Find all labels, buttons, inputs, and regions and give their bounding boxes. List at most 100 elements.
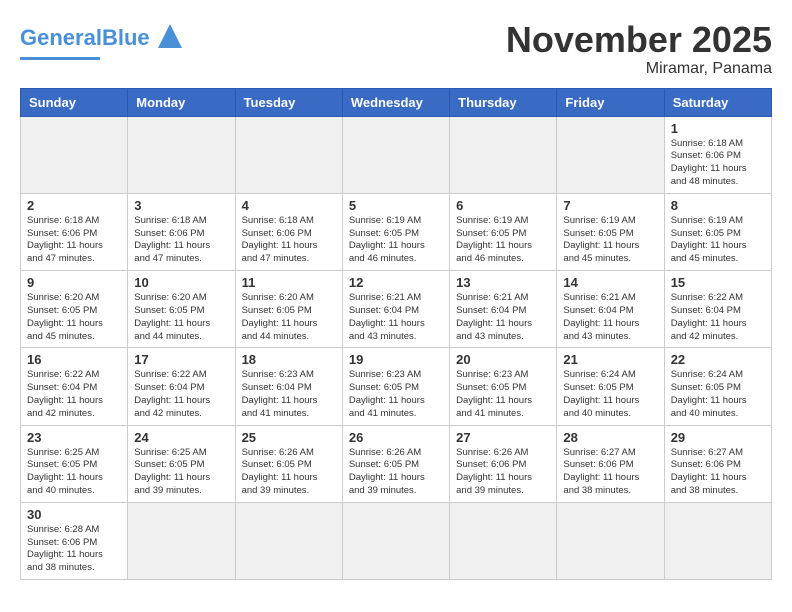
calendar-week-5: 23 Sunrise: 6:25 AMSunset: 6:05 PMDayligh… [21,425,772,502]
day-info: Sunrise: 6:25 AMSunset: 6:05 PMDaylight:… [134,447,228,498]
logo: GeneralBlue [20,20,184,60]
day-number: 4 [242,198,336,213]
calendar-week-6: 30 Sunrise: 6:28 AMSunset: 6:06 PMDayligh… [21,502,772,579]
calendar-cell: 25 Sunrise: 6:26 AMSunset: 6:05 PMDayligh… [235,425,342,502]
col-tuesday: Tuesday [235,88,342,116]
day-info: Sunrise: 6:23 AMSunset: 6:05 PMDaylight:… [456,369,550,420]
day-info: Sunrise: 6:18 AMSunset: 6:06 PMDaylight:… [242,215,336,266]
calendar-cell: 11Sunrise: 6:20 AMSunset: 6:05 PMDayligh… [235,271,342,348]
day-info: Sunrise: 6:27 AMSunset: 6:06 PMDaylight:… [671,447,765,498]
day-number: 1 [671,121,765,136]
calendar-cell [235,116,342,193]
calendar-cell [557,116,664,193]
day-info: Sunrise: 6:19 AMSunset: 6:05 PMDaylight:… [671,215,765,266]
day-info: Sunrise: 6:23 AMSunset: 6:05 PMDaylight:… [349,369,443,420]
day-number: 3 [134,198,228,213]
day-number: 25 [242,430,336,445]
day-number: 15 [671,275,765,290]
day-number: 18 [242,352,336,367]
day-number: 20 [456,352,550,367]
calendar-cell: 12Sunrise: 6:21 AMSunset: 6:04 PMDayligh… [342,271,449,348]
calendar-cell: 20 Sunrise: 6:23 AMSunset: 6:05 PMDayligh… [450,348,557,425]
calendar-cell: 5 Sunrise: 6:19 AMSunset: 6:05 PMDaylight… [342,193,449,270]
calendar-cell: 23 Sunrise: 6:25 AMSunset: 6:05 PMDayligh… [21,425,128,502]
calendar-cell: 16Sunrise: 6:22 AMSunset: 6:04 PMDayligh… [21,348,128,425]
calendar-cell: 6Sunrise: 6:19 AMSunset: 6:05 PMDaylight… [450,193,557,270]
calendar-cell [235,502,342,579]
calendar-cell: 3 Sunrise: 6:18 AMSunset: 6:06 PMDaylight… [128,193,235,270]
day-number: 16 [27,352,121,367]
day-number: 8 [671,198,765,213]
day-number: 7 [563,198,657,213]
day-number: 22 [671,352,765,367]
calendar-cell: 24 Sunrise: 6:25 AMSunset: 6:05 PMDayligh… [128,425,235,502]
col-sunday: Sunday [21,88,128,116]
calendar-cell: 19Sunrise: 6:23 AMSunset: 6:05 PMDayligh… [342,348,449,425]
day-info: Sunrise: 6:19 AMSunset: 6:05 PMDaylight:… [563,215,657,266]
calendar-cell [557,502,664,579]
day-info: Sunrise: 6:28 AMSunset: 6:06 PMDaylight:… [27,524,121,575]
day-number: 14 [563,275,657,290]
col-friday: Friday [557,88,664,116]
day-info: Sunrise: 6:19 AMSunset: 6:05 PMDaylight:… [349,215,443,266]
day-number: 11 [242,275,336,290]
day-info: Sunrise: 6:26 AMSunset: 6:05 PMDaylight:… [242,447,336,498]
day-info: Sunrise: 6:25 AMSunset: 6:05 PMDaylight:… [27,447,121,498]
calendar-cell [342,116,449,193]
calendar-cell: 8 Sunrise: 6:19 AMSunset: 6:05 PMDaylight… [664,193,771,270]
day-info: Sunrise: 6:18 AMSunset: 6:06 PMDaylight:… [134,215,228,266]
day-number: 28 [563,430,657,445]
calendar-cell: 7 Sunrise: 6:19 AMSunset: 6:05 PMDaylight… [557,193,664,270]
col-thursday: Thursday [450,88,557,116]
calendar-cell: 17 Sunrise: 6:22 AMSunset: 6:04 PMDayligh… [128,348,235,425]
day-number: 23 [27,430,121,445]
day-info: Sunrise: 6:18 AMSunset: 6:06 PMDaylight:… [671,138,765,189]
calendar-table: Sunday Monday Tuesday Wednesday Thursday… [20,88,772,581]
calendar-cell: 1 Sunrise: 6:18 AMSunset: 6:06 PMDaylight… [664,116,771,193]
logo-text: GeneralBlue [20,25,150,51]
page-header: GeneralBlue November 2025 Miramar, Panam… [20,20,772,78]
title-block: November 2025 Miramar, Panama [506,20,772,78]
calendar-cell [128,116,235,193]
day-number: 24 [134,430,228,445]
logo-icon [156,22,184,50]
day-number: 21 [563,352,657,367]
day-info: Sunrise: 6:24 AMSunset: 6:05 PMDaylight:… [563,369,657,420]
day-number: 27 [456,430,550,445]
day-info: Sunrise: 6:22 AMSunset: 6:04 PMDaylight:… [134,369,228,420]
day-info: Sunrise: 6:26 AMSunset: 6:06 PMDaylight:… [456,447,550,498]
calendar-cell: 2Sunrise: 6:18 AMSunset: 6:06 PMDaylight… [21,193,128,270]
calendar-cell: 4 Sunrise: 6:18 AMSunset: 6:06 PMDaylight… [235,193,342,270]
calendar-cell: 29 Sunrise: 6:27 AMSunset: 6:06 PMDayligh… [664,425,771,502]
day-info: Sunrise: 6:22 AMSunset: 6:04 PMDaylight:… [671,292,765,343]
day-number: 26 [349,430,443,445]
calendar-week-2: 2Sunrise: 6:18 AMSunset: 6:06 PMDaylight… [21,193,772,270]
day-number: 12 [349,275,443,290]
calendar-cell [128,502,235,579]
calendar-cell: 27 Sunrise: 6:26 AMSunset: 6:06 PMDayligh… [450,425,557,502]
calendar-cell: 21 Sunrise: 6:24 AMSunset: 6:05 PMDayligh… [557,348,664,425]
day-info: Sunrise: 6:23 AMSunset: 6:04 PMDaylight:… [242,369,336,420]
calendar-cell [664,502,771,579]
day-number: 29 [671,430,765,445]
day-info: Sunrise: 6:19 AMSunset: 6:05 PMDaylight:… [456,215,550,266]
calendar-cell: 18 Sunrise: 6:23 AMSunset: 6:04 PMDayligh… [235,348,342,425]
calendar-header-row: Sunday Monday Tuesday Wednesday Thursday… [21,88,772,116]
day-number: 10 [134,275,228,290]
day-number: 17 [134,352,228,367]
calendar-cell: 28Sunrise: 6:27 AMSunset: 6:06 PMDayligh… [557,425,664,502]
col-wednesday: Wednesday [342,88,449,116]
day-info: Sunrise: 6:20 AMSunset: 6:05 PMDaylight:… [27,292,121,343]
day-number: 13 [456,275,550,290]
calendar-cell: 30 Sunrise: 6:28 AMSunset: 6:06 PMDayligh… [21,502,128,579]
calendar-cell: 13Sunrise: 6:21 AMSunset: 6:04 PMDayligh… [450,271,557,348]
logo-blue: Blue [102,25,150,50]
day-number: 9 [27,275,121,290]
calendar-week-1: 1 Sunrise: 6:18 AMSunset: 6:06 PMDaylight… [21,116,772,193]
col-saturday: Saturday [664,88,771,116]
calendar-cell: 15 Sunrise: 6:22 AMSunset: 6:04 PMDayligh… [664,271,771,348]
day-info: Sunrise: 6:18 AMSunset: 6:06 PMDaylight:… [27,215,121,266]
calendar-cell: 10Sunrise: 6:20 AMSunset: 6:05 PMDayligh… [128,271,235,348]
day-number: 30 [27,507,121,522]
day-number: 5 [349,198,443,213]
